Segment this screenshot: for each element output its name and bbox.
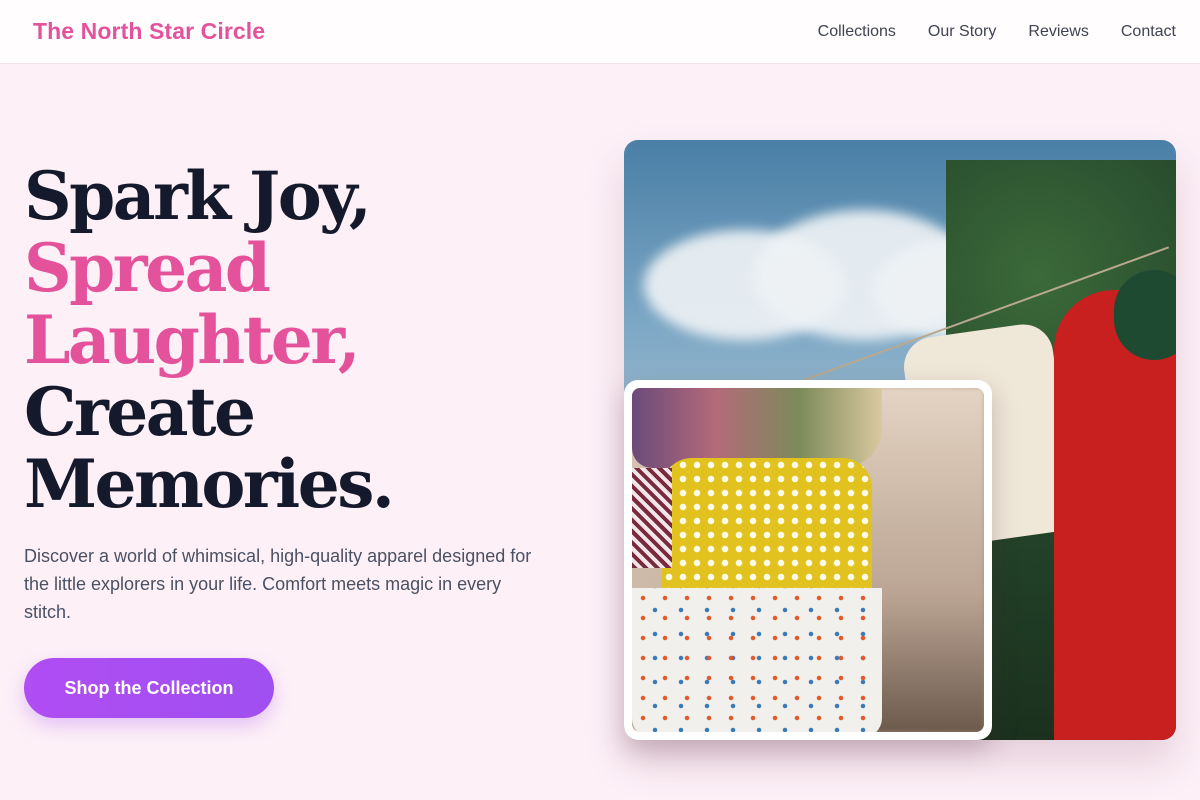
inset-print-dress: [632, 588, 882, 732]
brand-logo[interactable]: The North Star Circle: [33, 18, 265, 45]
top-nav: The North Star Circle Collections Our St…: [0, 0, 1200, 64]
headline-line-1: Spark Joy,: [24, 157, 372, 235]
nav-link-contact[interactable]: Contact: [1121, 23, 1176, 41]
hero-text: Spark Joy, Spread Laughter, Create Memor…: [24, 160, 564, 718]
photo-red-dress-collar: [1114, 270, 1176, 360]
nav-links: Collections Our Story Reviews Contact: [818, 23, 1176, 41]
hero-subtitle: Discover a world of whimsical, high-qual…: [24, 546, 532, 622]
headline-line-2: Spread: [24, 229, 271, 307]
shop-collection-button[interactable]: Shop the Collection: [24, 658, 274, 718]
headline-line-4: Create: [24, 373, 256, 451]
headline-line-5: Memories.: [24, 445, 395, 523]
inset-hats: [632, 388, 882, 468]
nav-link-reviews[interactable]: Reviews: [1028, 23, 1088, 41]
inset-striped-sleeve: [632, 468, 672, 568]
hero-headline: Spark Joy, Spread Laughter, Create Memor…: [24, 160, 564, 520]
nav-link-our-story[interactable]: Our Story: [928, 23, 996, 41]
hero-inset-photo: [624, 380, 992, 740]
headline-line-3: Laughter,: [24, 301, 361, 379]
nav-link-collections[interactable]: Collections: [818, 23, 896, 41]
inset-photo-image: [632, 388, 984, 732]
